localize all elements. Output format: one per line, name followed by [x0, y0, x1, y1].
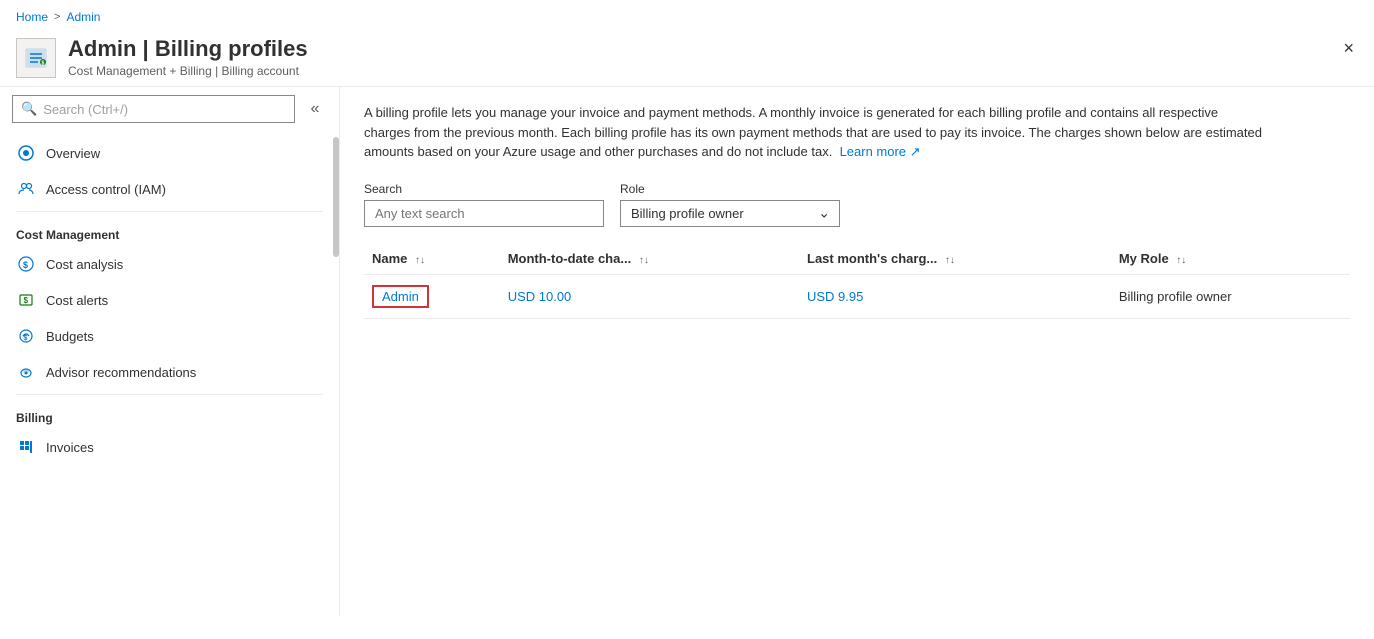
- sidebar-scrollbar[interactable]: [333, 137, 339, 257]
- mtd-amount[interactable]: USD 10.00: [508, 289, 572, 304]
- sort-role-icon[interactable]: ↑↓: [1176, 255, 1186, 266]
- svg-text:$: $: [24, 335, 28, 342]
- main-layout: 🔍 Search (Ctrl+/) « Overview: [0, 87, 1374, 616]
- sort-lm-icon[interactable]: ↑↓: [945, 255, 955, 266]
- sort-name-icon[interactable]: ↑↓: [415, 255, 425, 266]
- breadcrumb-current[interactable]: Admin: [66, 10, 100, 24]
- breadcrumb-separator: >: [54, 11, 60, 23]
- page-title: Admin | Billing profiles: [68, 36, 308, 62]
- col-name: Name ↑↓: [364, 243, 500, 275]
- search-filter-label: Search: [364, 182, 604, 196]
- sidebar-item-invoices[interactable]: Invoices: [0, 429, 339, 465]
- billing-profiles-table: Name ↑↓ Month-to-date cha... ↑↓ Last mon…: [364, 243, 1350, 319]
- divider-cost: [16, 211, 323, 212]
- sidebar-item-cost-analysis-label: Cost analysis: [46, 257, 123, 272]
- admin-profile-link[interactable]: Admin: [372, 285, 429, 308]
- advisor-icon: [16, 362, 36, 382]
- sidebar-item-access-control[interactable]: Access control (IAM): [0, 171, 339, 207]
- sidebar-item-overview-label: Overview: [46, 146, 100, 161]
- sidebar-item-budgets[interactable]: $ Budgets: [0, 318, 339, 354]
- role-filter-label: Role: [620, 182, 840, 196]
- sidebar-nav: Overview Access control (IAM) Cost Manag…: [0, 131, 339, 469]
- col-last-month: Last month's charg... ↑↓: [799, 243, 1111, 275]
- role-filter-group: Role Billing profile owner Billing profi…: [620, 182, 840, 227]
- budgets-icon: $: [16, 326, 36, 346]
- row-role-cell: Billing profile owner: [1111, 274, 1350, 318]
- sidebar-item-advisor[interactable]: Advisor recommendations: [0, 354, 339, 390]
- row-name-cell: Admin: [364, 274, 500, 318]
- page-header: $ Admin | Billing profiles Cost Manageme…: [0, 28, 1374, 87]
- breadcrumb: Home > Admin: [0, 0, 1374, 28]
- table-body: Admin USD 10.00 USD 9.95 Billing profile…: [364, 274, 1350, 318]
- sidebar-search-container[interactable]: 🔍 Search (Ctrl+/): [12, 95, 295, 123]
- sidebar-item-cost-alerts-label: Cost alerts: [46, 293, 108, 308]
- cost-alerts-icon: $: [16, 290, 36, 310]
- sidebar-item-cost-alerts[interactable]: $ Cost alerts: [0, 282, 339, 318]
- sidebar-item-overview[interactable]: Overview: [0, 135, 339, 171]
- my-role-value: Billing profile owner: [1119, 289, 1232, 304]
- sidebar-item-cost-analysis[interactable]: $ Cost analysis: [0, 246, 339, 282]
- svg-text:$: $: [23, 260, 28, 270]
- close-button[interactable]: ×: [1339, 34, 1358, 63]
- lm-amount[interactable]: USD 9.95: [807, 289, 863, 304]
- cost-analysis-icon: $: [16, 254, 36, 274]
- divider-billing: [16, 394, 323, 395]
- invoices-icon: [16, 437, 36, 457]
- breadcrumb-home[interactable]: Home: [16, 10, 48, 24]
- search-input[interactable]: [364, 200, 604, 227]
- overview-icon: [16, 143, 36, 163]
- search-filter-group: Search: [364, 182, 604, 227]
- learn-more-link[interactable]: Learn more ↗: [840, 144, 921, 159]
- header-text: Admin | Billing profiles Cost Management…: [68, 36, 308, 78]
- sidebar-item-budgets-label: Budgets: [46, 329, 94, 344]
- section-billing: Billing: [0, 399, 339, 429]
- table-row: Admin USD 10.00 USD 9.95 Billing profile…: [364, 274, 1350, 318]
- header-left: $ Admin | Billing profiles Cost Manageme…: [16, 36, 308, 78]
- section-cost-management: Cost Management: [0, 216, 339, 246]
- sidebar-item-invoices-label: Invoices: [46, 440, 94, 455]
- role-select[interactable]: Billing profile owner Billing profile co…: [620, 200, 840, 227]
- role-select-wrapper: Billing profile owner Billing profile co…: [620, 200, 840, 227]
- sidebar: 🔍 Search (Ctrl+/) « Overview: [0, 87, 340, 616]
- row-lm-cell: USD 9.95: [799, 274, 1111, 318]
- description: A billing profile lets you manage your i…: [364, 103, 1264, 162]
- main-content: A billing profile lets you manage your i…: [340, 87, 1374, 616]
- access-control-icon: [16, 179, 36, 199]
- svg-text:$: $: [42, 61, 45, 67]
- col-my-role: My Role ↑↓: [1111, 243, 1350, 275]
- row-mtd-cell: USD 10.00: [500, 274, 799, 318]
- sidebar-item-advisor-label: Advisor recommendations: [46, 365, 196, 380]
- header-icon: $: [16, 38, 56, 78]
- svg-text:$: $: [24, 296, 29, 305]
- sidebar-item-iam-label: Access control (IAM): [46, 182, 166, 197]
- billing-icon: $: [24, 46, 48, 70]
- sort-mtd-icon[interactable]: ↑↓: [639, 255, 649, 266]
- page-subtitle: Cost Management + Billing | Billing acco…: [68, 64, 308, 78]
- col-month-to-date: Month-to-date cha... ↑↓: [500, 243, 799, 275]
- table-header: Name ↑↓ Month-to-date cha... ↑↓ Last mon…: [364, 243, 1350, 275]
- collapse-sidebar-button[interactable]: «: [299, 96, 331, 122]
- filter-row: Search Role Billing profile owner Billin…: [364, 182, 1350, 227]
- sidebar-search-placeholder: Search (Ctrl+/): [43, 102, 128, 117]
